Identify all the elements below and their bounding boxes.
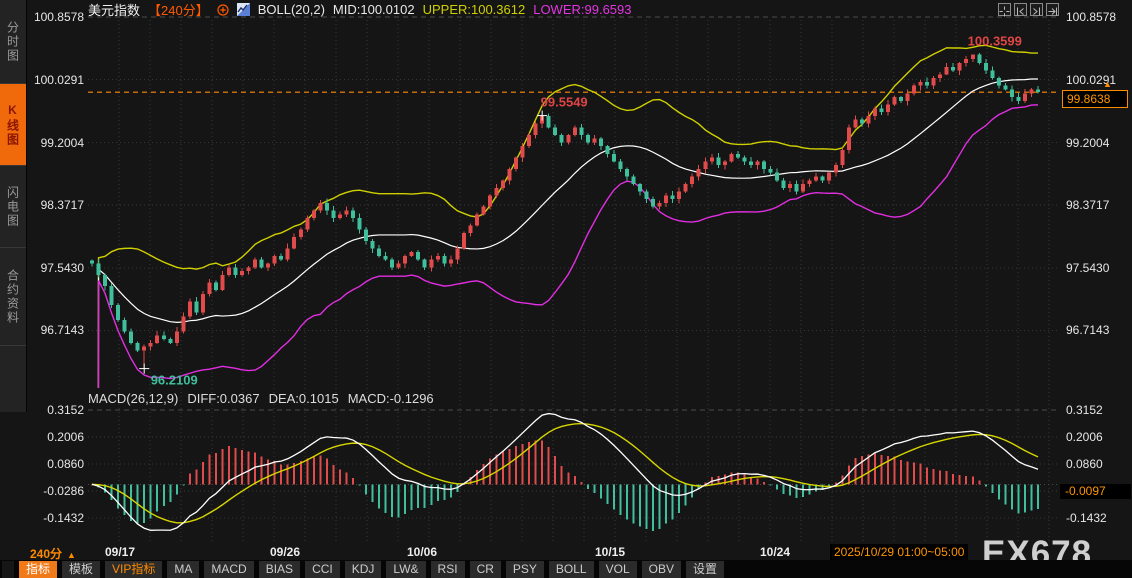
macd-axis-label: 0.2006 — [47, 430, 84, 444]
sidebar-item-time-chart[interactable]: 分时图 — [0, 0, 26, 84]
y-axis-label: 100.0291 — [33, 73, 84, 87]
y-axis-label: 97.5430 — [1066, 261, 1110, 275]
svg-text:96.2109: 96.2109 — [151, 373, 198, 388]
boll-label: BOLL(20,2) — [257, 2, 325, 17]
macd-axis-label: 0.3152 — [47, 403, 84, 417]
tab-vol[interactable]: VOL — [598, 560, 637, 578]
indicator-toolbar: 指标 模板 VIP指标 MA MACD BIAS CCI KDJ LW& RSI… — [0, 560, 1132, 578]
macd-dea-value: DEA:0.1015 — [268, 391, 339, 406]
svg-text:100.3599: 100.3599 — [968, 34, 1022, 49]
boll-mid-value: MID:100.0102 — [332, 2, 415, 17]
sidebar-item-lightning-chart[interactable]: 闪电图 — [0, 166, 26, 248]
tab-cr[interactable]: CR — [469, 560, 501, 578]
price-up-arrow: ▲ — [1103, 79, 1112, 89]
macd-axis-label: -0.1432 — [43, 511, 84, 525]
y-axis-label: 96.7143 — [40, 323, 84, 337]
x-axis-date: 09/17 — [104, 545, 136, 559]
indicator-chart-icon[interactable] — [236, 3, 250, 16]
x-axis-date: 09/26 — [269, 545, 301, 559]
macd-name: MACD(26,12,9) — [88, 391, 179, 406]
y-axis-label: 99.2004 — [40, 136, 84, 150]
period-label: 【240分】 — [148, 3, 209, 18]
macd-axis-label: -0.1432 — [1066, 511, 1107, 525]
macd-hist-value: MACD:-0.1296 — [347, 391, 434, 406]
macd-last-tag: -0.0097 — [1060, 484, 1131, 499]
tab-boll[interactable]: BOLL — [548, 560, 594, 578]
macd-axis-label: 0.3152 — [1066, 403, 1103, 417]
tab-macd[interactable]: MACD — [204, 560, 254, 578]
x-axis-date: 10/24 — [759, 545, 791, 559]
chart-header: 美元指数 【240分】 BOLL(20,2) MID:100.0102 UPPE… — [88, 2, 632, 18]
scroll-right-icon[interactable] — [1030, 3, 1043, 16]
current-bar-datetime: 2025/10/29 01:00~05:00 — [830, 544, 969, 560]
go-latest-icon[interactable] — [1046, 3, 1059, 16]
chart-tools — [998, 3, 1059, 17]
tab-cci[interactable]: CCI — [305, 560, 340, 578]
scroll-left-icon[interactable] — [1014, 3, 1027, 16]
circle-plus-icon[interactable] — [217, 3, 229, 16]
y-axis-label: 98.3717 — [40, 198, 84, 212]
tab-settings[interactable]: 设置 — [685, 560, 724, 578]
symbol-name: 美元指数 — [88, 3, 141, 18]
boll-lower-value: LOWER:99.6593 — [533, 2, 632, 17]
boll-upper-value: UPPER:100.3612 — [422, 2, 526, 17]
sidebar-item-contract-info[interactable]: 合约资料 — [0, 248, 26, 346]
macd-diff-value: DIFF:0.0367 — [187, 391, 260, 406]
tab-kdj[interactable]: KDJ — [344, 560, 382, 578]
macd-axis-label: 0.0860 — [1066, 457, 1103, 471]
tab-lwr[interactable]: LW& — [386, 560, 426, 578]
tab-bias[interactable]: BIAS — [258, 560, 301, 578]
x-axis-date: 10/15 — [594, 545, 626, 559]
tab-template[interactable]: 模板 — [62, 560, 101, 578]
timeframe-arrow-icon: ▲ — [67, 550, 76, 560]
y-axis-label: 98.3717 — [1066, 198, 1110, 212]
macd-axis-label: 0.0860 — [47, 457, 84, 471]
y-axis-label: 97.5430 — [40, 261, 84, 275]
tab-vip-indicator[interactable]: VIP指标 — [105, 560, 163, 578]
macd-axis-label: -0.0286 — [43, 484, 84, 498]
y-axis-label: 100.8578 — [33, 10, 84, 24]
macd-header: MACD(26,12,9) DIFF:0.0367 DEA:0.1015 MAC… — [88, 391, 434, 406]
chart-app: 100.3599 99.5549 96.2109 分时图 K线图 闪电图 合约资料 … — [0, 0, 1132, 578]
tab-rsi[interactable]: RSI — [430, 560, 465, 578]
tab-ma[interactable]: MA — [167, 560, 200, 578]
tab-indicator[interactable]: 指标 — [19, 560, 58, 578]
y-axis-label: 99.2004 — [1066, 136, 1110, 150]
tab-psy[interactable]: PSY — [505, 560, 544, 578]
macd-axis-label: 0.2006 — [1066, 430, 1103, 444]
sidebar-item-kline-chart[interactable]: K线图 — [0, 84, 26, 166]
last-price-tag: 99.8638 — [1062, 90, 1128, 108]
price-chart-canvas[interactable]: 100.3599 99.5549 96.2109 — [0, 0, 1132, 578]
y-axis-label: 100.8578 — [1066, 10, 1117, 24]
crosshair-icon[interactable] — [998, 3, 1011, 17]
sidebar: 分时图 K线图 闪电图 合约资料 — [0, 0, 27, 412]
svg-text:99.5549: 99.5549 — [541, 95, 588, 110]
x-axis-date: 10/06 — [406, 545, 438, 559]
collapse-button[interactable] — [2, 560, 14, 578]
tab-obv[interactable]: OBV — [641, 560, 681, 578]
y-axis-label: 96.7143 — [1066, 323, 1110, 337]
